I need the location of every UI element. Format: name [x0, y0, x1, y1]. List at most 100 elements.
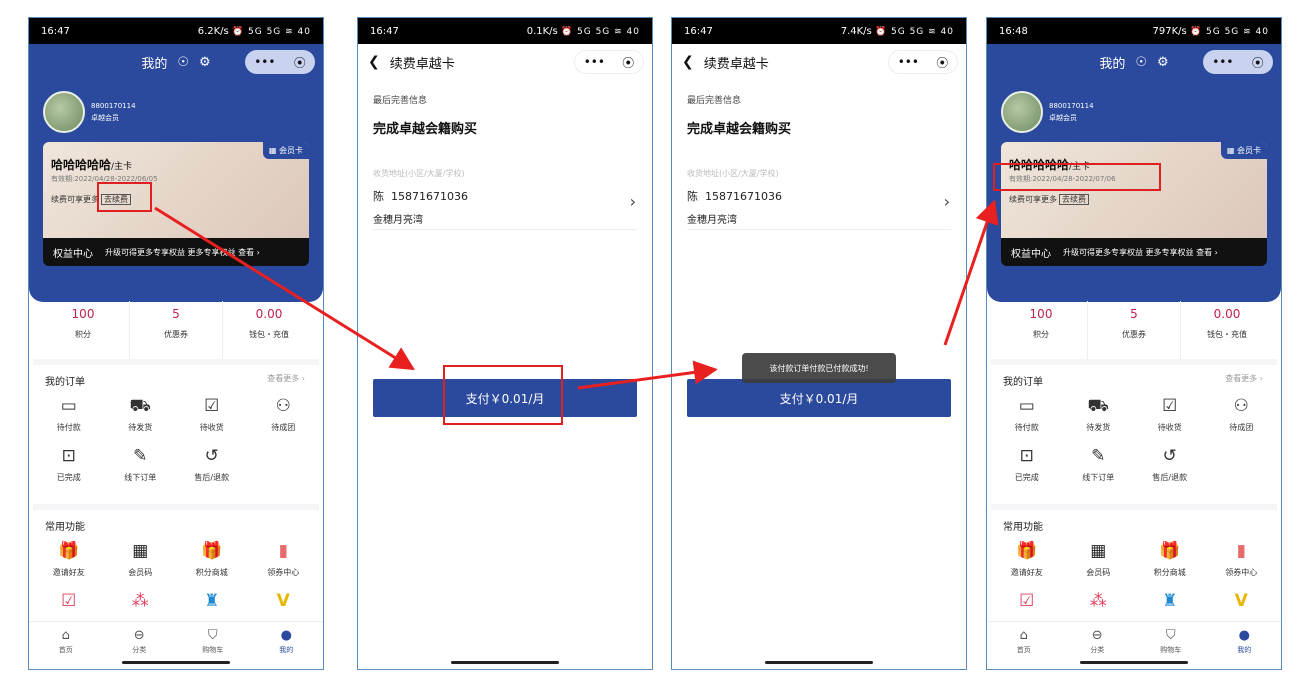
page-title: 续费卓越卡 — [703, 56, 769, 72]
order-pending-shipment[interactable]: ⛟ 待发货 — [1063, 394, 1135, 444]
fn-row2-2[interactable]: ⁂ — [1063, 589, 1135, 611]
order-completed[interactable]: ⊡ 已完成 — [991, 444, 1063, 494]
coupon-center-icon: ▮ — [278, 541, 288, 561]
order-offline[interactable]: ✎ 线下订单 — [1063, 444, 1135, 494]
order-pending-payment[interactable]: ▭ 待付款 — [991, 394, 1063, 444]
stat-points[interactable]: 100 积分 — [37, 301, 130, 359]
fn-row2-3[interactable]: ♜ — [176, 589, 248, 611]
back-icon[interactable]: ❮ — [682, 54, 694, 70]
gear-icon[interactable]: ⚙ — [199, 55, 211, 70]
tutorial-stage: 16:47 6.2K/s ⏰ 5G 5G ≋ 40 我的 ☉ ⚙ ••• ⦿ 8… — [0, 0, 1303, 694]
fn-coupon-center[interactable]: ▮ 领券中心 — [1206, 539, 1278, 589]
pay-button[interactable]: 支付￥0.01/月 — [687, 379, 951, 417]
invite-icon: 🎁 — [58, 541, 80, 561]
fn-member-code[interactable]: ▦ 会员码 — [105, 539, 177, 589]
fn-points-mall[interactable]: 🎁 积分商城 — [1134, 539, 1206, 589]
order-completed[interactable]: ⊡ 已完成 — [33, 444, 105, 494]
order-pending-payment[interactable]: ▭ 待付款 — [33, 394, 105, 444]
fn-row2-1[interactable]: ☑ — [991, 589, 1063, 611]
contact-row[interactable]: 陈 15871671036 — [373, 188, 468, 204]
tab-home[interactable]: ⌂ 首页 — [987, 622, 1061, 669]
close-target-icon[interactable]: ⦿ — [1252, 54, 1264, 71]
close-target-icon[interactable]: ⦿ — [936, 54, 948, 71]
member-card[interactable]: ▦ 会员卡 哈哈哈哈哈/主卡 有效期:2022/04/28-2022/06/05… — [43, 142, 309, 238]
fn-row2-4[interactable]: V — [1206, 589, 1278, 611]
more-icon[interactable]: ••• — [584, 55, 605, 69]
gear-icon[interactable]: ⚙ — [1157, 55, 1169, 70]
more-icon[interactable]: ••• — [254, 55, 275, 69]
status-time: 16:47 — [684, 25, 713, 37]
address-text[interactable]: 金穗月亮湾 — [373, 211, 423, 226]
fn-row2-3[interactable]: ♜ — [1134, 589, 1206, 611]
order-pending-shipment[interactable]: ⛟ 待发货 — [105, 394, 177, 444]
home-indicator — [1080, 661, 1188, 664]
orders-more-link[interactable]: 查看更多 › — [1225, 373, 1263, 384]
highlight-pay-button — [443, 365, 563, 425]
user-phone: 8800170114 — [1049, 102, 1094, 110]
functions-section: 常用功能 🎁 邀请好友 ▦ 会员码 🎁 积分商城 ▮ 领券中心 ☑ ⁂ ♜ V — [991, 504, 1277, 624]
close-target-icon[interactable]: ⦿ — [294, 54, 306, 71]
stat-wallet[interactable]: 0.00 钱包・充值 — [223, 301, 315, 359]
vip-v-icon: V — [276, 591, 290, 611]
mini-program-capsule: ••• ⦿ — [1203, 50, 1273, 74]
distribution-icon: ⁂ — [131, 591, 149, 611]
fn-points-mall[interactable]: 🎁 积分商城 — [176, 539, 248, 589]
last-info-label: 最后完善信息 — [687, 96, 742, 106]
chevron-right-icon[interactable]: › — [630, 192, 636, 211]
back-icon[interactable]: ❮ — [368, 54, 380, 70]
user-icon: ● — [1238, 628, 1250, 643]
group-bag-icon: ♜ — [204, 591, 220, 611]
order-refund[interactable]: ↺ 售后/退款 — [176, 444, 248, 494]
stat-points[interactable]: 100 积分 — [995, 301, 1088, 359]
member-level: 卓越会员 — [1049, 114, 1077, 122]
user-info: 8800170114 卓越会员 — [91, 100, 136, 124]
user-info: 8800170114 卓越会员 — [1049, 100, 1094, 124]
avatar[interactable] — [43, 91, 85, 133]
truck-icon: ⛟ — [1087, 396, 1109, 416]
stat-wallet[interactable]: 0.00 钱包・充值 — [1181, 301, 1273, 359]
fn-row2-4[interactable]: V — [248, 589, 320, 611]
mini-program-capsule: ••• ⦿ — [245, 50, 315, 74]
group-icon: ⚇ — [275, 396, 291, 416]
chevron-right-icon[interactable]: › — [944, 192, 950, 211]
rights-center-bar[interactable]: 权益中心 升级可得更多专享权益 更多专享权益 查看 › — [43, 238, 309, 266]
rights-center-bar[interactable]: 权益中心 升级可得更多专享权益 更多专享权益 查看 › — [1001, 238, 1267, 266]
headset-icon[interactable]: ☉ — [1135, 55, 1147, 70]
order-offline[interactable]: ✎ 线下订单 — [105, 444, 177, 494]
order-pending-group[interactable]: ⚇ 待成团 — [1206, 394, 1278, 444]
fn-member-code[interactable]: ▦ 会员码 — [1063, 539, 1135, 589]
coupon-center-icon: ▮ — [1236, 541, 1246, 561]
highlight-renew-button — [97, 182, 152, 212]
order-pending-receipt[interactable]: ☑ 待收货 — [176, 394, 248, 444]
fn-coupon-center[interactable]: ▮ 领券中心 — [248, 539, 320, 589]
orders-more-link[interactable]: 查看更多 › — [267, 373, 305, 384]
fn-row2-2[interactable]: ⁂ — [105, 589, 177, 611]
tab-home[interactable]: ⌂ 首页 — [29, 622, 103, 669]
headset-icon[interactable]: ☉ — [177, 55, 189, 70]
stat-coupons[interactable]: 5 优惠券 — [1088, 301, 1181, 359]
close-target-icon[interactable]: ⦿ — [622, 54, 634, 71]
member-card-badge[interactable]: ▦ 会员卡 — [1220, 142, 1267, 159]
order-refund[interactable]: ↺ 售后/退款 — [1134, 444, 1206, 494]
home-icon: ⌂ — [1019, 628, 1028, 643]
tab-mine[interactable]: ● 我的 — [250, 622, 324, 669]
complete-purchase-heading: 完成卓越会籍购买 — [373, 122, 478, 137]
avatar[interactable] — [1001, 91, 1043, 133]
functions-title: 常用功能 — [45, 522, 85, 533]
more-icon[interactable]: ••• — [1212, 55, 1233, 69]
tab-mine[interactable]: ● 我的 — [1208, 622, 1282, 669]
more-icon[interactable]: ••• — [898, 55, 919, 69]
contact-row[interactable]: 陈 15871671036 — [687, 188, 782, 204]
order-pending-receipt[interactable]: ☑ 待收货 — [1134, 394, 1206, 444]
member-card-badge[interactable]: ▦ 会员卡 — [262, 142, 309, 159]
order-pending-group[interactable]: ⚇ 待成团 — [248, 394, 320, 444]
fn-invite-friends[interactable]: 🎁 邀请好友 — [33, 539, 105, 589]
qr-code-icon: ▦ — [1226, 146, 1235, 155]
fn-invite-friends[interactable]: 🎁 邀请好友 — [991, 539, 1063, 589]
divider — [373, 229, 637, 230]
completed-icon: ⊡ — [1019, 446, 1034, 466]
renew-button[interactable]: 去续费 — [1059, 194, 1089, 205]
stat-coupons[interactable]: 5 优惠券 — [130, 301, 223, 359]
fn-row2-1[interactable]: ☑ — [33, 589, 105, 611]
address-text[interactable]: 金穗月亮湾 — [687, 211, 737, 226]
